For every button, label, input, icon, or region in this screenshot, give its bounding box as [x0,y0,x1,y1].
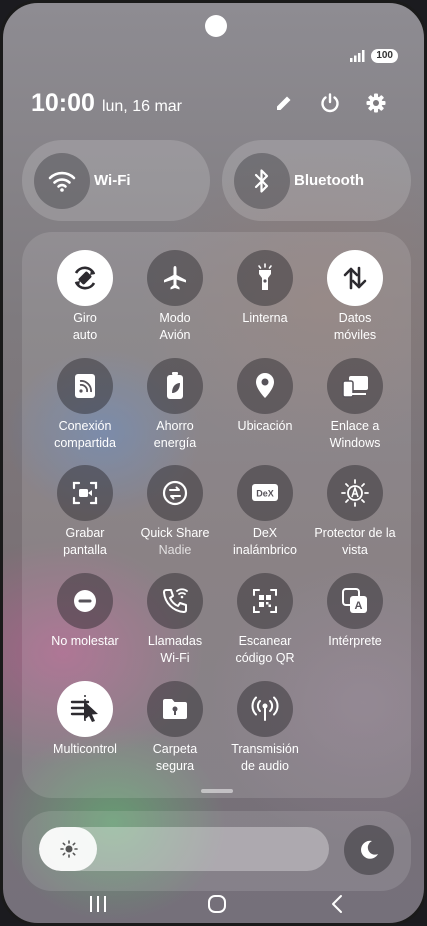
tile-label: Ahorro energía [153,419,197,450]
front-camera [205,15,227,37]
tile-sublabel: Nadie [158,543,192,557]
gear-icon [366,93,386,113]
bluetooth-label: Bluetooth [294,172,364,189]
interpreter-icon: A [327,573,383,629]
quick-share-icon [147,465,203,521]
night-mode-button[interactable] [344,825,394,875]
power-icon [321,93,339,113]
tile-auto-rotate[interactable]: Giro auto [40,250,130,344]
edit-button[interactable] [272,91,296,115]
do-not-disturb-icon [57,573,113,629]
tile-wifi-calling[interactable]: Llamadas Wi-Fi [130,573,220,667]
tile-quick-share[interactable]: Quick Share Nadie [130,465,220,559]
tile-label: Transmisión de audio [231,742,299,773]
battery-indicator: 100 [371,49,398,63]
tile-label: Enlace a Windows [329,419,381,450]
svg-text:A: A [355,600,363,612]
secure-folder-icon [147,681,203,737]
tile-label: Ubicación [237,419,293,433]
eye-comfort-icon [327,465,383,521]
tile-location[interactable]: Ubicación [220,358,310,435]
tile-label: Quick Share [140,526,210,540]
header-actions [272,91,388,115]
hotspot-icon [57,358,113,414]
link-to-windows-icon [327,358,383,414]
tile-label: Carpeta segura [152,742,198,773]
tile-interpreter[interactable]: A Intérprete [310,573,400,650]
tile-secure-folder[interactable]: Carpeta segura [130,681,220,775]
auto-rotate-icon [57,250,113,306]
tile-label: Grabar pantalla [63,526,107,557]
tile-label: Conexión compartida [54,419,116,450]
tile-dex[interactable]: DeX DeX inalámbrico [220,465,310,559]
flashlight-icon [237,250,293,306]
wifi-toggle[interactable]: Wi-Fi [22,140,210,221]
tile-mobile-data[interactable]: Datos móviles [310,250,400,344]
tile-multi-control[interactable]: Multicontrol [40,681,130,758]
tile-airplane[interactable]: Modo Avión [130,250,220,344]
power-saving-icon [147,358,203,414]
clock[interactable]: 10:00 [31,89,95,118]
power-button[interactable] [318,91,342,115]
recents-button[interactable] [78,889,118,919]
tile-label: No molestar [51,634,119,648]
dex-icon: DeX [237,465,293,521]
settings-button[interactable] [364,91,388,115]
bluetooth-toggle[interactable]: Bluetooth [222,140,411,221]
location-icon [237,358,293,414]
tile-audio-broadcast[interactable]: Transmisión de audio [220,681,310,775]
bluetooth-icon-circle [234,152,290,209]
status-bar: 100 [350,49,398,63]
back-icon [332,895,342,913]
pencil-icon [277,96,291,110]
recents-icon [90,896,106,912]
tile-link-to-windows[interactable]: Enlace a Windows [310,358,400,452]
brightness-icon [39,827,99,871]
tile-label: Protector de la vista [314,526,396,557]
tile-label: DeX inalámbrico [233,526,297,557]
navigation-bar [3,883,424,923]
wifi-icon [48,171,76,192]
tile-eye-comfort[interactable]: Protector de la vista [310,465,400,559]
home-button[interactable] [197,889,237,919]
qr-scan-icon [237,573,293,629]
wifi-label: Wi-Fi [94,172,131,189]
tile-qr-scan[interactable]: Escanear código QR [220,573,310,667]
tile-label: Datos móviles [333,311,377,342]
tile-label: Escanear código QR [235,634,295,665]
tile-label: Intérprete [328,634,382,648]
audio-broadcast-icon [237,681,293,737]
tile-power-saving[interactable]: Ahorro energía [130,358,220,452]
screen-record-icon [57,465,113,521]
tile-label: Linterna [242,311,288,325]
multi-control-icon [57,681,113,737]
tile-label: Giro auto [72,311,98,342]
airplane-icon [147,250,203,306]
wifi-icon-circle [34,152,90,209]
date[interactable]: lun, 16 mar [102,98,182,116]
tile-label: Llamadas Wi-Fi [147,634,203,665]
back-button[interactable] [317,889,357,919]
mobile-data-icon [327,250,383,306]
tile-screen-record[interactable]: Grabar pantalla [40,465,130,559]
tile-flashlight[interactable]: Linterna [220,250,310,327]
moon-icon [361,840,378,859]
tile-label: Modo Avión [159,311,191,342]
quick-panel-screen: 100 10:00 lun, 16 mar Wi-Fi Bluetooth Gi… [0,0,427,926]
panel-expand-handle[interactable] [201,789,233,793]
tile-do-not-disturb[interactable]: No molestar [40,573,130,650]
bluetooth-icon [254,168,269,193]
date-time-header: 10:00 lun, 16 mar [31,89,182,118]
signal-bars-icon [350,50,365,62]
tile-hotspot[interactable]: Conexión compartida [40,358,130,452]
wifi-calling-icon [147,573,203,629]
svg-text:DeX: DeX [256,489,274,499]
tile-label: Multicontrol [53,742,117,756]
home-icon [208,895,226,913]
